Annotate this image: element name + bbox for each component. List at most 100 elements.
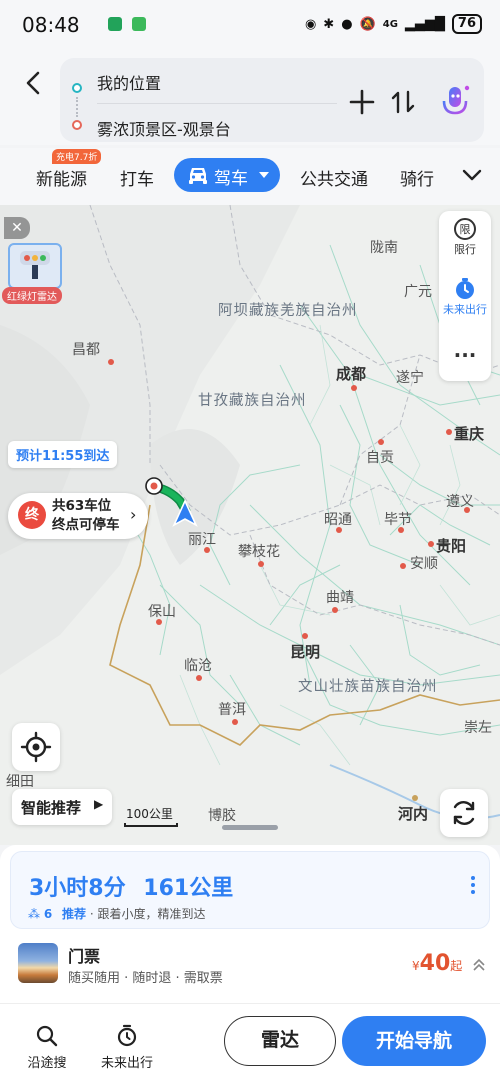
destination-field[interactable]: 雾浓顶景区-观景台	[97, 116, 231, 140]
city-label: 昭通	[324, 512, 352, 528]
tab-new-energy[interactable]: 新能源	[36, 165, 87, 190]
city-dot	[446, 429, 452, 435]
close-icon[interactable]: ✕	[4, 217, 30, 239]
tab-public-transit[interactable]: 公共交通	[300, 165, 368, 190]
city-label: 曲靖	[326, 590, 354, 606]
tab-driving[interactable]: 驾车	[174, 158, 280, 192]
traffic-light-radar-card[interactable]	[8, 243, 62, 289]
chevron-down-icon[interactable]	[462, 168, 482, 182]
along-route-search-button[interactable]: 沿途搜	[12, 1024, 82, 1071]
city-label: 贵阳	[436, 537, 467, 555]
future-trip-label: 未来出行	[100, 1056, 153, 1071]
eta-bubble: 预计11:55到达	[8, 441, 118, 468]
start-navigation-button[interactable]: 开始导航	[342, 1016, 486, 1066]
radar-button[interactable]: 雷达	[224, 1016, 336, 1066]
status-indicators: ◉ ✱ ● 🔕 4G ▂▄▆█ 76	[305, 14, 482, 34]
city-label: 遂宁	[396, 370, 424, 386]
bottom-action-bar: 沿途搜 未来出行 雷达 开始导航	[0, 1003, 500, 1085]
city-dot	[204, 547, 210, 553]
parking-info: 共63车位 终点可停车	[52, 497, 120, 535]
voice-assistant-icon[interactable]	[438, 82, 472, 122]
city-label: 毕节	[384, 512, 412, 528]
along-route-search-label: 沿途搜	[27, 1056, 67, 1071]
city-dot	[378, 439, 384, 445]
sheet-drag-handle[interactable]	[222, 825, 278, 830]
wechat-notification-icon	[132, 17, 146, 31]
caret-down-icon	[259, 172, 269, 178]
route-divider	[97, 103, 337, 104]
city-dot	[398, 527, 404, 533]
city-label: 保山	[148, 604, 176, 620]
city-label: 昆明	[290, 643, 321, 661]
city-label: 河内	[398, 805, 429, 823]
network-label: 4G	[382, 18, 398, 30]
map-side-panel: 限 限行 未来出行 ···	[439, 211, 491, 381]
chevron-up-icon[interactable]	[472, 957, 486, 971]
future-trip-map-label: 未来出行	[443, 303, 487, 316]
map-scale-bar	[124, 823, 178, 827]
swap-route-icon[interactable]	[389, 88, 417, 116]
city-dot	[400, 563, 406, 569]
refresh-icon	[453, 801, 475, 825]
app-notification-icon	[108, 17, 122, 31]
city-label: 临沧	[184, 658, 212, 674]
traffic-light-small-icon: ⁂	[28, 907, 40, 921]
map-scale-label: 100公里	[126, 807, 173, 821]
map-view[interactable]: 阿坝藏族羌族自治州 甘孜藏族自治州 文山壮族苗族自治州 陇南 广元 昌都 成都 …	[0, 205, 500, 845]
ticket-row[interactable]: 门票 随买随用 · 随时退 · 需取票 ¥40起	[0, 937, 500, 999]
back-arrow-icon[interactable]	[22, 70, 44, 96]
future-trip-button[interactable]: 未来出行	[92, 1024, 162, 1071]
car-icon	[189, 168, 207, 184]
city-dot	[196, 675, 202, 681]
future-trip-map-button[interactable]: 未来出行	[439, 277, 491, 317]
locate-button[interactable]	[12, 723, 60, 771]
tab-driving-label: 驾车	[214, 169, 248, 189]
price-currency: ¥	[412, 959, 420, 973]
chevron-right-icon: ›	[130, 505, 137, 524]
city-label: 成都	[336, 365, 367, 383]
parking-bubble[interactable]: 终 共63车位 终点可停车 ›	[8, 493, 148, 539]
route-duration: 3小时8分	[29, 876, 126, 901]
city-label: 丽江	[188, 532, 216, 548]
city-label: 崇左	[464, 720, 492, 736]
signal-icon: ▂▄▆█	[404, 16, 445, 32]
city-dot	[302, 633, 308, 639]
caret-right-icon: ▶	[94, 797, 104, 811]
traffic-limit-icon: 限	[454, 218, 476, 240]
city-label: 重庆	[454, 425, 485, 443]
bluetooth-icon: ✱	[323, 16, 335, 32]
end-marker-icon: 终	[18, 501, 46, 529]
more-icon[interactable]: ···	[439, 335, 491, 375]
city-label: 普洱	[218, 702, 246, 718]
route-connector	[76, 97, 78, 117]
tab-cycling[interactable]: 骑行	[400, 165, 434, 190]
more-options-icon[interactable]	[471, 876, 475, 894]
traffic-light-icon	[20, 251, 50, 279]
smart-recommend-button[interactable]: 智能推荐 ▶	[12, 789, 112, 825]
crosshair-icon	[20, 731, 52, 763]
add-waypoint-icon[interactable]	[348, 88, 376, 116]
region-label: 甘孜藏族自治州	[198, 393, 307, 409]
route-input-box: 我的位置 雾浓顶景区-观景台	[60, 58, 484, 142]
traffic-limit-button[interactable]: 限 限行	[439, 217, 491, 257]
city-label: 博胶	[208, 808, 236, 824]
traffic-limit-icon-text: 限	[460, 223, 471, 236]
route-bottom-sheet: 3小时8分 161公里 ⁂ 6 推荐 · 跟着小度，精准到达 门票 随买随用 ·…	[0, 845, 500, 1085]
region-label: 阿坝藏族羌族自治州	[218, 303, 358, 319]
city-dot	[336, 527, 342, 533]
city-dot	[464, 507, 470, 513]
city-label: 攀枝花	[238, 544, 280, 560]
end-point-icon	[72, 120, 82, 130]
traffic-light-radar-label[interactable]: 红绿灯雷达	[2, 287, 62, 304]
city-label: 安顺	[410, 556, 438, 572]
price-value: 40	[419, 951, 451, 976]
city-label: 细田	[6, 774, 34, 790]
refresh-route-button[interactable]	[440, 789, 488, 837]
parking-note: 终点可停车	[52, 517, 120, 533]
origin-field[interactable]: 我的位置	[97, 70, 161, 94]
tab-taxi[interactable]: 打车	[120, 165, 154, 190]
region-label: 文山壮族苗族自治州	[298, 679, 438, 695]
city-dot	[332, 607, 338, 613]
city-dot	[428, 541, 434, 547]
city-dot	[412, 795, 418, 801]
